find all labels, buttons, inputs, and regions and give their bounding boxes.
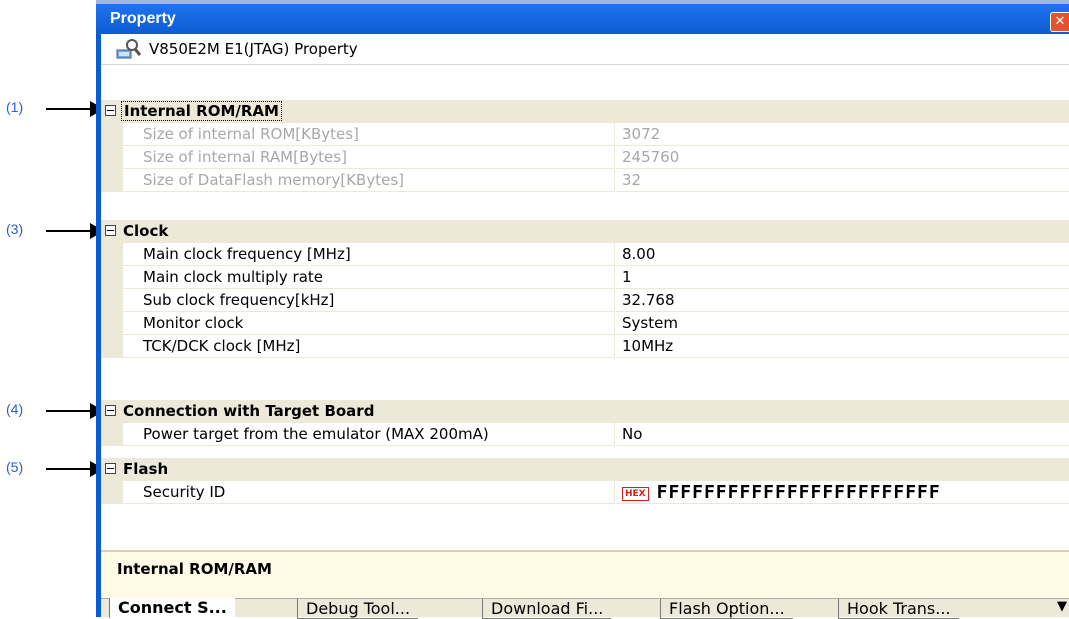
tab-flash-options[interactable]: Flash Option... (660, 599, 793, 619)
property-name: TCK/DCK clock [MHz] (123, 335, 615, 358)
callout-label: (3) (6, 221, 24, 237)
property-name: Sub clock frequency[kHz] (123, 289, 615, 312)
description-text: Internal ROM/RAM (117, 560, 272, 578)
window-title: Property (110, 10, 176, 27)
collapse-icon[interactable] (105, 225, 116, 236)
arrow-line (46, 468, 94, 470)
title-bar[interactable]: Property ✕ (96, 0, 1069, 38)
property-row[interactable]: TCK/DCK clock [MHz] 10MHz (101, 335, 1069, 358)
collapse-icon[interactable] (105, 105, 116, 116)
property-row[interactable]: Security ID HEX FFFFFFFFFFFFFFFFFFFFFFFF (101, 481, 1069, 504)
property-name: Size of internal ROM[KBytes] (123, 123, 615, 146)
category-label: Flash (123, 460, 169, 478)
property-name: Monitor clock (123, 312, 615, 335)
debug-tool-icon (115, 38, 142, 64)
category-flash[interactable]: Flash (101, 458, 1069, 481)
property-header-text: V850E2M E1(JTAG) Property (149, 40, 358, 58)
property-value[interactable]: HEX FFFFFFFFFFFFFFFFFFFFFFFF (616, 481, 1069, 504)
tab-hook-transaction[interactable]: Hook Trans... (838, 599, 959, 619)
property-row[interactable]: Size of internal RAM[Bytes] 245760 (101, 146, 1069, 169)
callout-label: (1) (6, 99, 24, 115)
property-value: 32 (616, 169, 1069, 192)
property-value: 245760 (616, 146, 1069, 169)
property-name: Security ID (123, 481, 615, 504)
property-value: 3072 (616, 123, 1069, 146)
category-internal-rom-ram[interactable]: Internal ROM/RAM (101, 100, 1069, 123)
arrow-line (46, 230, 94, 232)
collapse-icon[interactable] (105, 463, 116, 474)
property-name: Power target from the emulator (MAX 200m… (123, 423, 615, 446)
property-row[interactable]: Power target from the emulator (MAX 200m… (101, 423, 1069, 446)
overflow-arrow-icon[interactable]: ▼ (1055, 599, 1069, 614)
callout-label: (5) (6, 459, 24, 475)
property-row[interactable]: Size of internal ROM[KBytes] 3072 (101, 123, 1069, 146)
property-value[interactable]: 1 (616, 266, 1069, 289)
category-connection[interactable]: Connection with Target Board (101, 400, 1069, 423)
collapse-icon[interactable] (105, 405, 116, 416)
property-value[interactable]: No (616, 423, 1069, 446)
category-label: Internal ROM/RAM (121, 101, 282, 121)
tab-strip: Connect S... Debug Tool... Download Fi..… (101, 598, 1069, 619)
callout-label: (4) (6, 401, 24, 417)
close-icon[interactable]: ✕ (1050, 12, 1069, 32)
property-window: Property ✕ V850E2M E1(JTAG) Property Int… (96, 0, 1069, 619)
property-row[interactable]: Main clock frequency [MHz] 8.00 (101, 243, 1069, 266)
arrow-line (46, 108, 94, 110)
tab-connect-settings[interactable]: Connect S... (109, 598, 235, 618)
property-row[interactable]: Monitor clock System (101, 312, 1069, 335)
property-value[interactable]: 8.00 (616, 243, 1069, 266)
callout-5: (5) (0, 458, 104, 478)
property-value[interactable]: 10MHz (616, 335, 1069, 358)
callout-4: (4) (0, 400, 104, 420)
property-value[interactable]: System (616, 312, 1069, 335)
arrow-line (46, 410, 94, 412)
property-panel: V850E2M E1(JTAG) Property Internal ROM/R… (101, 34, 1069, 619)
property-row[interactable]: Sub clock frequency[kHz] 32.768 (101, 289, 1069, 312)
callout-3: (3) (0, 220, 104, 240)
security-id-value: FFFFFFFFFFFFFFFFFFFFFFFF (656, 482, 941, 503)
category-label: Connection with Target Board (123, 402, 375, 420)
property-header: V850E2M E1(JTAG) Property (101, 34, 1069, 65)
category-label: Clock (123, 222, 169, 240)
description-panel: Internal ROM/RAM (101, 550, 1069, 600)
category-clock[interactable]: Clock (101, 220, 1069, 243)
property-row[interactable]: Size of DataFlash memory[KBytes] 32 (101, 169, 1069, 192)
hex-badge: HEX (622, 487, 649, 501)
property-value[interactable]: 32.768 (616, 289, 1069, 312)
tab-download-file[interactable]: Download Fi... (482, 599, 612, 619)
property-name: Size of internal RAM[Bytes] (123, 146, 615, 169)
callout-1: (1) (0, 98, 104, 118)
property-name: Size of DataFlash memory[KBytes] (123, 169, 615, 192)
property-name: Main clock frequency [MHz] (123, 243, 615, 266)
property-row[interactable]: Main clock multiply rate 1 (101, 266, 1069, 289)
property-name: Main clock multiply rate (123, 266, 615, 289)
tab-debug-tool[interactable]: Debug Tool... (297, 599, 419, 619)
